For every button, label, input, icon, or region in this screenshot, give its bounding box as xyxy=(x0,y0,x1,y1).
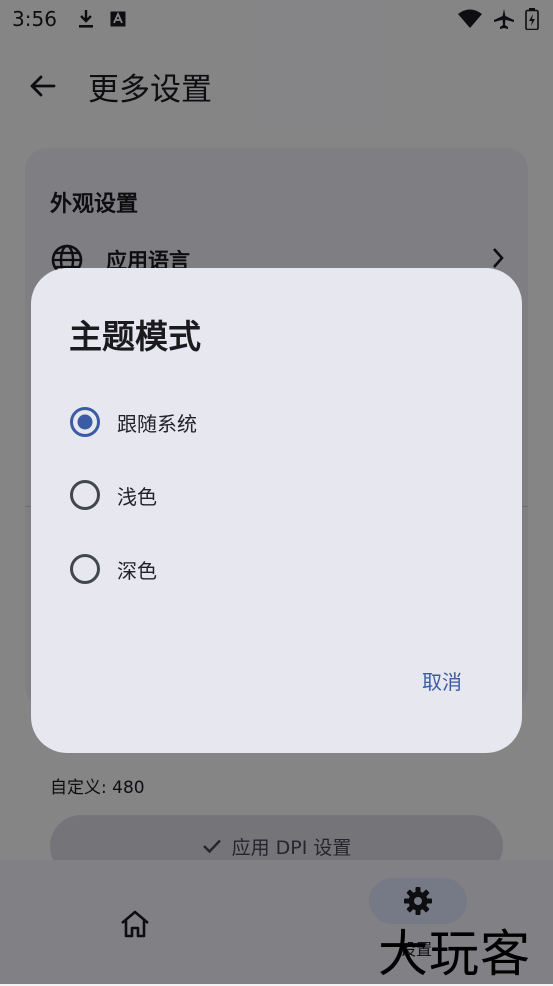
option-dark[interactable]: 深色 xyxy=(69,549,157,589)
radio-unselected-icon xyxy=(70,554,100,584)
radio-selected-icon xyxy=(70,407,100,437)
option-light[interactable]: 浅色 xyxy=(69,475,157,515)
dialog-title: 主题模式 xyxy=(69,317,201,356)
option-follow-system[interactable]: 跟随系统 xyxy=(69,402,197,442)
theme-mode-dialog: 主题模式 跟随系统 浅色 深色 取消 xyxy=(31,268,522,753)
radio-unselected-icon xyxy=(70,480,100,510)
option-label: 浅色 xyxy=(117,484,157,509)
option-label: 跟随系统 xyxy=(117,411,197,436)
option-label: 深色 xyxy=(117,558,157,583)
cancel-button[interactable]: 取消 xyxy=(422,666,462,695)
